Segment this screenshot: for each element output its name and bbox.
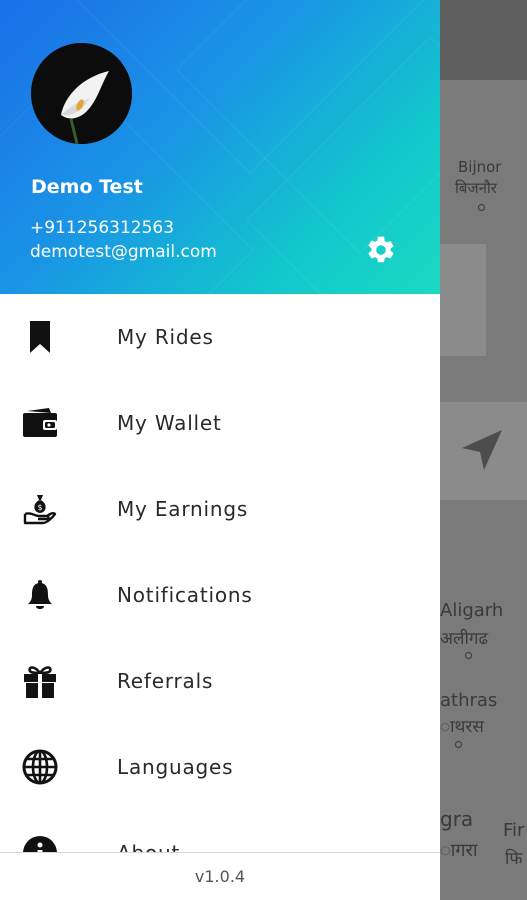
map-label: Bijnor: [458, 158, 502, 176]
map-city-marker: [455, 741, 462, 748]
drawer-footer: v1.0.4: [0, 852, 440, 900]
bell-icon: [20, 575, 60, 615]
navigation-drawer: Demo Test +911256312563 demotest@gmail.c…: [0, 0, 440, 900]
menu-item-about[interactable]: About: [0, 810, 440, 852]
map-location-card[interactable]: [440, 402, 527, 500]
menu-item-label: About: [117, 841, 180, 852]
map-label: अलीगढ: [440, 629, 489, 649]
calla-lily-avatar-image: [31, 43, 132, 144]
menu-item-label: My Rides: [117, 325, 214, 349]
app-version: v1.0.4: [194, 867, 246, 886]
avatar[interactable]: [31, 43, 132, 144]
gear-icon[interactable]: [365, 234, 397, 266]
menu-item-label: Referrals: [117, 669, 214, 693]
map-label: ाथरस: [440, 717, 484, 737]
menu-item-label: My Earnings: [117, 497, 249, 521]
map-label: Fir: [503, 820, 525, 841]
wallet-icon: [20, 403, 60, 443]
map-label: फि: [505, 849, 523, 869]
info-icon: [20, 833, 60, 852]
drawer-menu: My Rides My Wallet $ My Earnings Notific…: [0, 294, 440, 852]
globe-icon: [20, 747, 60, 787]
menu-item-label: Notifications: [117, 583, 253, 607]
menu-item-my-wallet[interactable]: My Wallet: [0, 380, 440, 466]
menu-item-label: My Wallet: [117, 411, 222, 435]
map-label: ागरा: [440, 840, 478, 861]
menu-item-referrals[interactable]: Referrals: [0, 638, 440, 724]
gift-icon: [20, 661, 60, 701]
map-search-card: [440, 244, 486, 356]
settings-button[interactable]: [363, 232, 399, 268]
map-label: बिजनौर: [455, 179, 497, 197]
map-city-marker: [478, 204, 485, 211]
bookmark-icon: [20, 317, 60, 357]
svg-text:$: $: [37, 503, 42, 512]
map-city-marker: [465, 652, 472, 659]
money-bag-hand-icon: $: [20, 489, 60, 529]
map-label: Aligarh: [440, 600, 504, 621]
menu-item-my-rides[interactable]: My Rides: [0, 294, 440, 380]
navigation-arrow-icon[interactable]: [458, 426, 506, 474]
map-label: athras: [440, 690, 498, 711]
menu-item-languages[interactable]: Languages: [0, 724, 440, 810]
menu-item-notifications[interactable]: Notifications: [0, 552, 440, 638]
menu-item-my-earnings[interactable]: $ My Earnings: [0, 466, 440, 552]
user-email: demotest@gmail.com: [30, 242, 217, 262]
map-top-bar: [440, 0, 527, 80]
map-label: gra: [440, 807, 474, 831]
user-name: Demo Test: [31, 176, 143, 198]
menu-item-label: Languages: [117, 755, 234, 779]
user-phone: +911256312563: [30, 218, 175, 238]
drawer-header: Demo Test +911256312563 demotest@gmail.c…: [0, 0, 440, 294]
